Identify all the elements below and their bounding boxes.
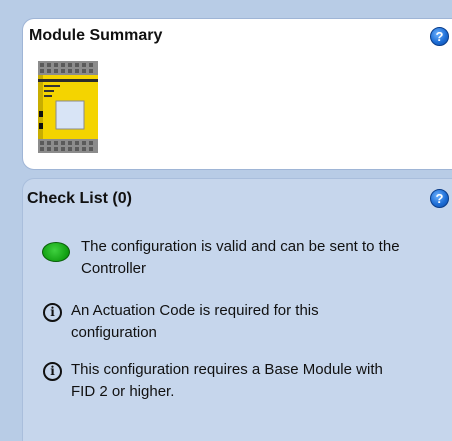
safety-controller-module-image bbox=[38, 61, 98, 153]
info-icon: i bbox=[43, 303, 62, 322]
check-list-help-icon[interactable]: ? bbox=[430, 189, 449, 208]
check-list-item-text: An Actuation Code is required for this c… bbox=[71, 302, 319, 341]
module-summary-help-icon[interactable]: ? bbox=[430, 27, 449, 46]
module-summary-title: Module Summary bbox=[29, 27, 163, 44]
check-list-title: Check List (0) bbox=[27, 190, 132, 207]
info-icon: i bbox=[43, 362, 62, 381]
green-status-icon bbox=[42, 242, 70, 262]
module-summary-panel: Module Summary ? bbox=[22, 18, 452, 170]
check-list-panel: Check List (0) ? The configuration is va… bbox=[22, 178, 452, 441]
check-list-item-text: The configuration is valid and can be se… bbox=[81, 238, 400, 277]
check-list-item-text: This configuration requires a Base Modul… bbox=[71, 361, 383, 400]
